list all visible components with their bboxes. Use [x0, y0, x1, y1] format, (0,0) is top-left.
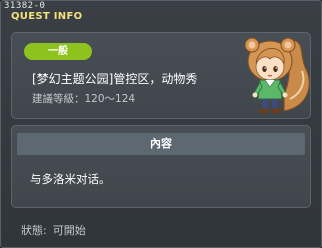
content-text: 与多洛米对话。: [30, 172, 111, 186]
quest-id: 31382-0: [4, 1, 46, 11]
quest-content-panel: 內容 与多洛米对话。: [11, 125, 311, 208]
quest-name: [梦幻主题公园]管控区，动物秀: [32, 72, 198, 86]
content-section-header: 內容: [17, 133, 305, 155]
window-title: QUEST INFO: [11, 11, 83, 22]
status-value: 可開始: [52, 224, 86, 237]
quest-status: 狀態: 可開始: [21, 222, 92, 238]
quest-info-window: 31382-0 QUEST INFO 一般 [梦幻主题公园]管控区，动物秀 建議…: [0, 0, 322, 248]
recommended-level: 建議等級：120～124: [32, 93, 136, 105]
quest-type-badge: 一般: [24, 43, 92, 60]
status-label: 狀態:: [21, 224, 47, 237]
npc-portrait-icon: [244, 37, 310, 114]
quest-summary-panel: 一般 [梦幻主题公园]管控区，动物秀 建議等級：120～124: [11, 32, 311, 119]
